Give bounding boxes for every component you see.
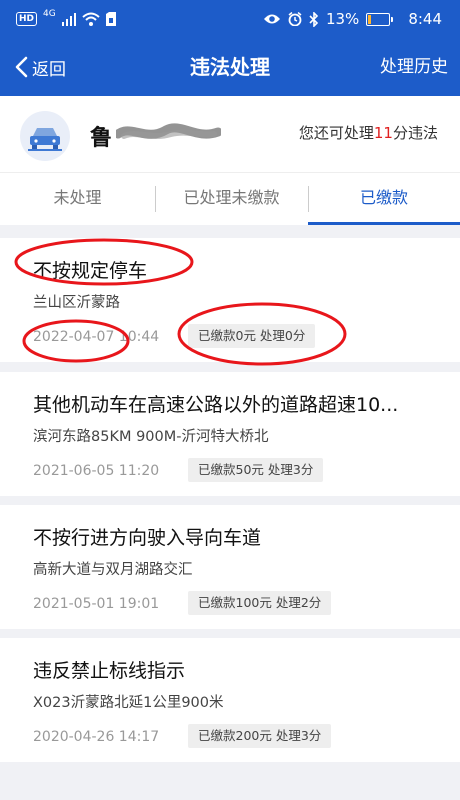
- battery-icon: [366, 12, 394, 26]
- back-label: 返回: [32, 59, 66, 80]
- violation-card[interactable]: 违反禁止标线指示 X023沂蒙路北延1公里900米 2020-04-26 14:…: [0, 638, 460, 762]
- network-label: 4G: [43, 9, 56, 19]
- vehicle-header: 鲁 您还可处理11分违法: [0, 96, 460, 172]
- sim-icon: [105, 12, 116, 26]
- tab-processed-unpaid[interactable]: 已处理未缴款: [155, 173, 308, 225]
- plate-number: 鲁: [90, 126, 113, 151]
- payment-status-badge: 已缴款200元 处理3分: [188, 724, 332, 748]
- chevron-left-icon: [15, 56, 28, 78]
- car-icon: [20, 111, 70, 161]
- remain-prefix: 您还可处理: [298, 124, 374, 142]
- payment-status-badge: 已缴款100元 处理2分: [188, 591, 332, 615]
- battery-level: [368, 14, 372, 24]
- violation-title: 违反禁止标线指示: [33, 660, 186, 682]
- remain-points-value: 11: [373, 124, 393, 142]
- tab-paid[interactable]: 已缴款: [308, 173, 460, 225]
- history-button[interactable]: 处理历史: [380, 38, 448, 96]
- violation-location: 滨河东路85KM 900M-沂河特大桥北: [33, 429, 269, 445]
- signal-icon: [61, 12, 76, 26]
- violation-title: 不按规定停车: [33, 260, 148, 282]
- hd-icon: HD: [16, 12, 38, 26]
- remain-suffix: 分违法: [392, 124, 438, 142]
- redacted-plate: [116, 123, 221, 139]
- violation-location: 高新大道与双月湖路交汇: [33, 562, 193, 578]
- alarm-icon: [288, 12, 302, 26]
- nav-bar: 返回 违法处理 处理历史: [0, 38, 460, 96]
- payment-status-badge: 已缴款50元 处理3分: [188, 458, 324, 482]
- bluetooth-icon: [309, 11, 319, 27]
- violation-card[interactable]: 不按规定停车 兰山区沂蒙路 2022-04-07 10:44 已缴款0元 处理0…: [0, 238, 460, 362]
- violation-time: 2021-05-01 19:01: [33, 596, 160, 612]
- violation-title: 其他机动车在高速公路以外的道路超速10...: [33, 394, 399, 416]
- remaining-points: 您还可处理11分违法: [299, 122, 438, 143]
- violation-time: 2022-04-07 10:44: [33, 329, 160, 345]
- back-button[interactable]: 返回: [14, 38, 66, 96]
- battery-percent: 13%: [325, 10, 360, 28]
- active-tab-indicator: [308, 222, 460, 225]
- wifi-icon: [82, 12, 100, 26]
- status-bar: HD 4G 13% 8:44: [0, 0, 460, 38]
- violation-title: 不按行进方向驶入导向车道: [33, 527, 262, 549]
- tab-unprocessed[interactable]: 未处理: [0, 173, 155, 225]
- violation-location: 兰山区沂蒙路: [33, 295, 120, 311]
- violation-location: X023沂蒙路北延1公里900米: [33, 695, 224, 711]
- status-tabs: 未处理 已处理未缴款 已缴款: [0, 172, 460, 225]
- clock: 8:44: [408, 10, 442, 28]
- payment-status-badge: 已缴款0元 处理0分: [188, 324, 316, 348]
- violation-card[interactable]: 不按行进方向驶入导向车道 高新大道与双月湖路交汇 2021-05-01 19:0…: [0, 505, 460, 629]
- violation-card[interactable]: 其他机动车在高速公路以外的道路超速10... 滨河东路85KM 900M-沂河特…: [0, 372, 460, 496]
- violation-time: 2020-04-26 14:17: [33, 729, 160, 745]
- eye-icon: [263, 14, 280, 24]
- violation-time: 2021-06-05 11:20: [33, 463, 160, 479]
